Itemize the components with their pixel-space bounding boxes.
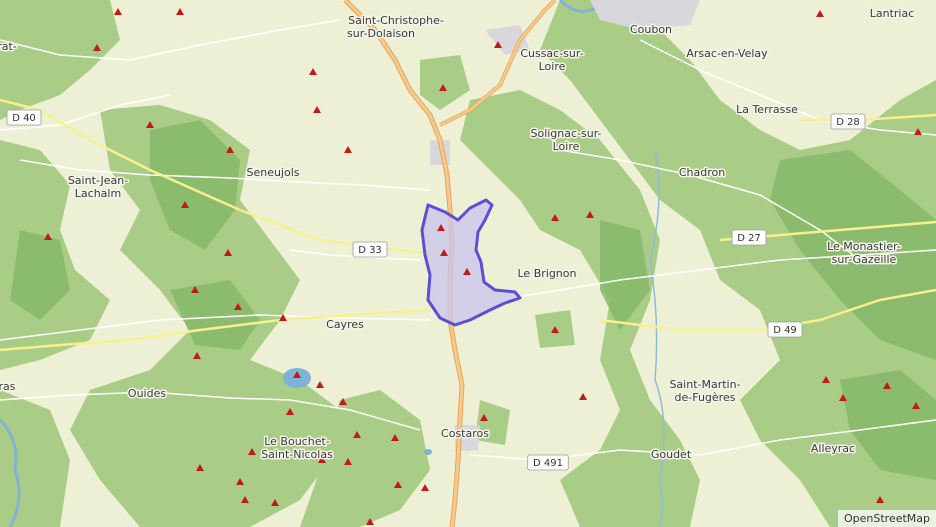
road-label: D 40 xyxy=(6,109,42,126)
road-label: D 491 xyxy=(527,454,569,471)
place-label[interactable]: ras xyxy=(0,379,17,395)
road-ref-text: D 49 xyxy=(773,325,797,336)
road-ref-text: D 491 xyxy=(533,458,563,469)
place-label[interactable]: Lachalm xyxy=(73,186,122,202)
peak-icon xyxy=(421,484,429,491)
place-label[interactable]: Saint-Jean- xyxy=(66,173,129,189)
map-view[interactable]: D 40 D 33 D 28 D 27 D 49 D 491 Saint-Christop… xyxy=(0,0,936,527)
peak-icon xyxy=(816,10,824,17)
road-label: D 28 xyxy=(830,113,866,130)
place-label[interactable]: La Terrasse xyxy=(735,102,800,118)
place-label[interactable]: Chadron xyxy=(677,165,726,181)
road-ref-text: D 40 xyxy=(12,113,36,124)
place-label[interactable]: Loire xyxy=(551,139,581,155)
place-label[interactable]: Saint-Martin- xyxy=(668,377,742,393)
peak-icon xyxy=(313,106,321,113)
peak-icon xyxy=(176,8,184,15)
place-label[interactable]: sur-Dolaison xyxy=(346,26,417,42)
place-label[interactable]: Seneujols xyxy=(245,165,301,181)
peak-icon xyxy=(579,393,587,400)
place-label[interactable]: sur-Gazeille xyxy=(830,252,898,268)
map-canvas[interactable]: D 40 D 33 D 28 D 27 D 49 D 491 Saint-Christop… xyxy=(0,0,936,527)
place-label[interactable]: Arsac-en-Velay xyxy=(685,46,770,62)
road-label: D 33 xyxy=(352,241,388,258)
place-label[interactable]: de-Fugères xyxy=(673,390,737,406)
place-label[interactable]: Ouides xyxy=(126,386,167,402)
place-label[interactable]: rat- xyxy=(0,39,18,55)
place-label[interactable]: Lantriac xyxy=(868,6,916,22)
road-ref-text: D 27 xyxy=(737,233,761,244)
place-label[interactable]: Le Brignon xyxy=(516,266,578,282)
place-label[interactable]: Saint-Nicolas xyxy=(260,447,335,463)
map-attribution[interactable]: OpenStreetMap xyxy=(837,510,936,527)
commune-boundary[interactable] xyxy=(420,198,522,327)
place-label[interactable]: Cayres xyxy=(325,317,366,333)
place-label[interactable]: Le Bouchet- xyxy=(263,434,332,450)
peak-icon xyxy=(344,146,352,153)
peak-icon xyxy=(316,381,324,388)
place-label[interactable]: Solignac-sur- xyxy=(529,126,603,142)
place-label[interactable]: Loire xyxy=(537,59,567,75)
place-label[interactable]: Costaros xyxy=(440,426,491,442)
place-label[interactable]: Goudet xyxy=(649,447,693,463)
place-label[interactable]: Coubon xyxy=(628,22,673,38)
road-ref-text: D 28 xyxy=(836,117,860,128)
road-label: D 49 xyxy=(767,321,803,338)
place-label[interactable]: Cussac-sur- xyxy=(519,46,585,62)
place-label[interactable]: Alleyrac xyxy=(809,441,856,457)
road-label: D 27 xyxy=(731,229,767,246)
peak-icon xyxy=(114,8,122,15)
road-ref-text: D 33 xyxy=(358,245,382,256)
place-label[interactable]: Saint-Christophe- xyxy=(347,13,446,29)
place-label[interactable]: Le Monastier- xyxy=(826,239,903,255)
peak-icon xyxy=(309,68,317,75)
